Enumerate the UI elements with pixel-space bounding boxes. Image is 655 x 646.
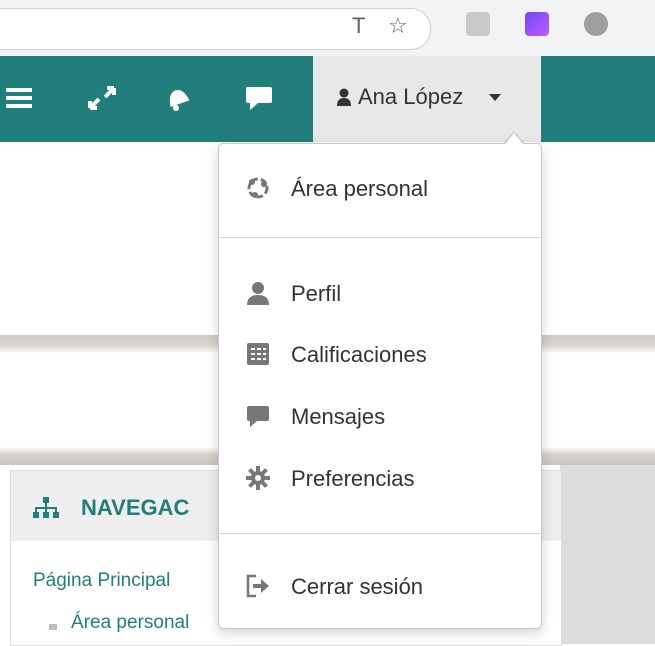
side-region [560, 465, 655, 644]
top-navbar: Ana López [0, 56, 655, 142]
menu-item-grades[interactable]: Calificaciones [219, 328, 541, 382]
menu-divider [219, 237, 541, 238]
dashboard-link[interactable]: Área personal [71, 612, 189, 634]
user-icon [247, 282, 269, 305]
menu-item-label: Mensajes [291, 404, 386, 429]
menu-item-profile[interactable]: Perfil [219, 267, 541, 321]
logout-icon [246, 574, 269, 598]
home-link[interactable]: Página Principal [33, 570, 170, 592]
menu-item-label: Perfil [291, 281, 342, 306]
dropdown-arrow-fill [505, 133, 523, 144]
menu-item-logout[interactable]: Cerrar sesión [219, 560, 541, 614]
grades-table-icon [247, 343, 269, 365]
address-bar[interactable] [0, 8, 431, 50]
browser-toolbar: T ☆ [0, 0, 655, 56]
message-icon [247, 406, 269, 427]
user-name: Ana López [358, 84, 464, 109]
menu-item-label: Calificaciones [291, 342, 427, 367]
user-dropdown-menu: Área personal Perfil Calificaciones Mens… [218, 143, 542, 629]
bookmark-star-icon[interactable]: ☆ [388, 14, 408, 38]
menu-item-label: Preferencias [291, 466, 415, 491]
menu-item-label: Área personal [291, 176, 428, 201]
dashboard-icon [247, 177, 269, 199]
list-bullet [49, 624, 57, 630]
user-icon [337, 88, 351, 106]
gear-icon [246, 466, 270, 490]
menu-item-messages[interactable]: Mensajes [219, 390, 541, 444]
navigation-block-title: NAVEGAC [81, 495, 190, 520]
menu-item-label: Cerrar sesión [291, 574, 424, 599]
sitemap-icon [33, 497, 59, 518]
menu-item-preferences[interactable]: Preferencias [219, 452, 541, 506]
extension-icon[interactable] [525, 12, 549, 36]
messages-icon[interactable] [244, 84, 276, 112]
user-menu-toggle[interactable]: Ana López [313, 56, 541, 142]
menu-divider [219, 533, 541, 534]
fullscreen-icon[interactable] [86, 84, 118, 112]
extension-puzzle-icon[interactable] [584, 12, 608, 36]
chevron-down-icon [489, 94, 501, 101]
menu-toggle-icon[interactable] [6, 84, 38, 112]
translate-icon[interactable]: T [352, 14, 365, 38]
pdf-extension-icon[interactable] [466, 12, 490, 36]
notifications-bell-icon[interactable] [162, 84, 194, 112]
menu-item-dashboard[interactable]: Área personal [219, 162, 541, 216]
